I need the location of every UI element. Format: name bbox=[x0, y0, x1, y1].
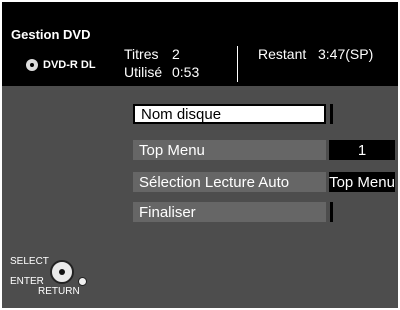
auto-play-value: Top Menu bbox=[329, 172, 395, 192]
titles-value: 2 bbox=[172, 46, 180, 62]
return-label: RETURN bbox=[38, 286, 80, 297]
disc-type-label: DVD-R DL bbox=[43, 59, 96, 71]
menu-item-finalize[interactable]: Finaliser bbox=[133, 202, 326, 222]
menu-item-label: Finaliser bbox=[139, 203, 196, 221]
top-menu-value: 1 bbox=[329, 140, 395, 160]
remaining-label: Restant bbox=[258, 46, 307, 62]
header-divider bbox=[237, 46, 238, 82]
remote-hints: SELECT ENTER RETURN bbox=[10, 244, 90, 304]
menu-separator bbox=[330, 202, 333, 222]
dpad-icon bbox=[50, 260, 74, 284]
menu-separator bbox=[330, 104, 333, 124]
menu-item-label: Sélection Lecture Auto bbox=[139, 173, 290, 191]
title-panel bbox=[2, 2, 106, 86]
titles-label: Titres bbox=[124, 46, 159, 62]
page-title: Gestion DVD bbox=[11, 27, 91, 42]
dvd-management-screen: Gestion DVD DVD-R DL Titres 2 Utilisé 0:… bbox=[0, 0, 400, 310]
return-icon bbox=[78, 277, 87, 286]
used-value: 0:53 bbox=[172, 64, 200, 80]
menu-item-auto-play[interactable]: Sélection Lecture Auto bbox=[133, 172, 326, 192]
menu-item-label: Nom disque bbox=[141, 105, 222, 123]
menu-item-top-menu[interactable]: Top Menu bbox=[133, 140, 326, 160]
select-label: SELECT bbox=[10, 256, 49, 267]
used-label: Utilisé bbox=[124, 64, 163, 80]
disc-icon bbox=[26, 59, 38, 71]
remaining-value: 3:47(SP) bbox=[318, 46, 374, 62]
disc-type-row: DVD-R DL bbox=[26, 59, 96, 71]
menu-item-disc-name[interactable]: Nom disque bbox=[133, 104, 326, 124]
menu-item-label: Top Menu bbox=[139, 141, 205, 159]
